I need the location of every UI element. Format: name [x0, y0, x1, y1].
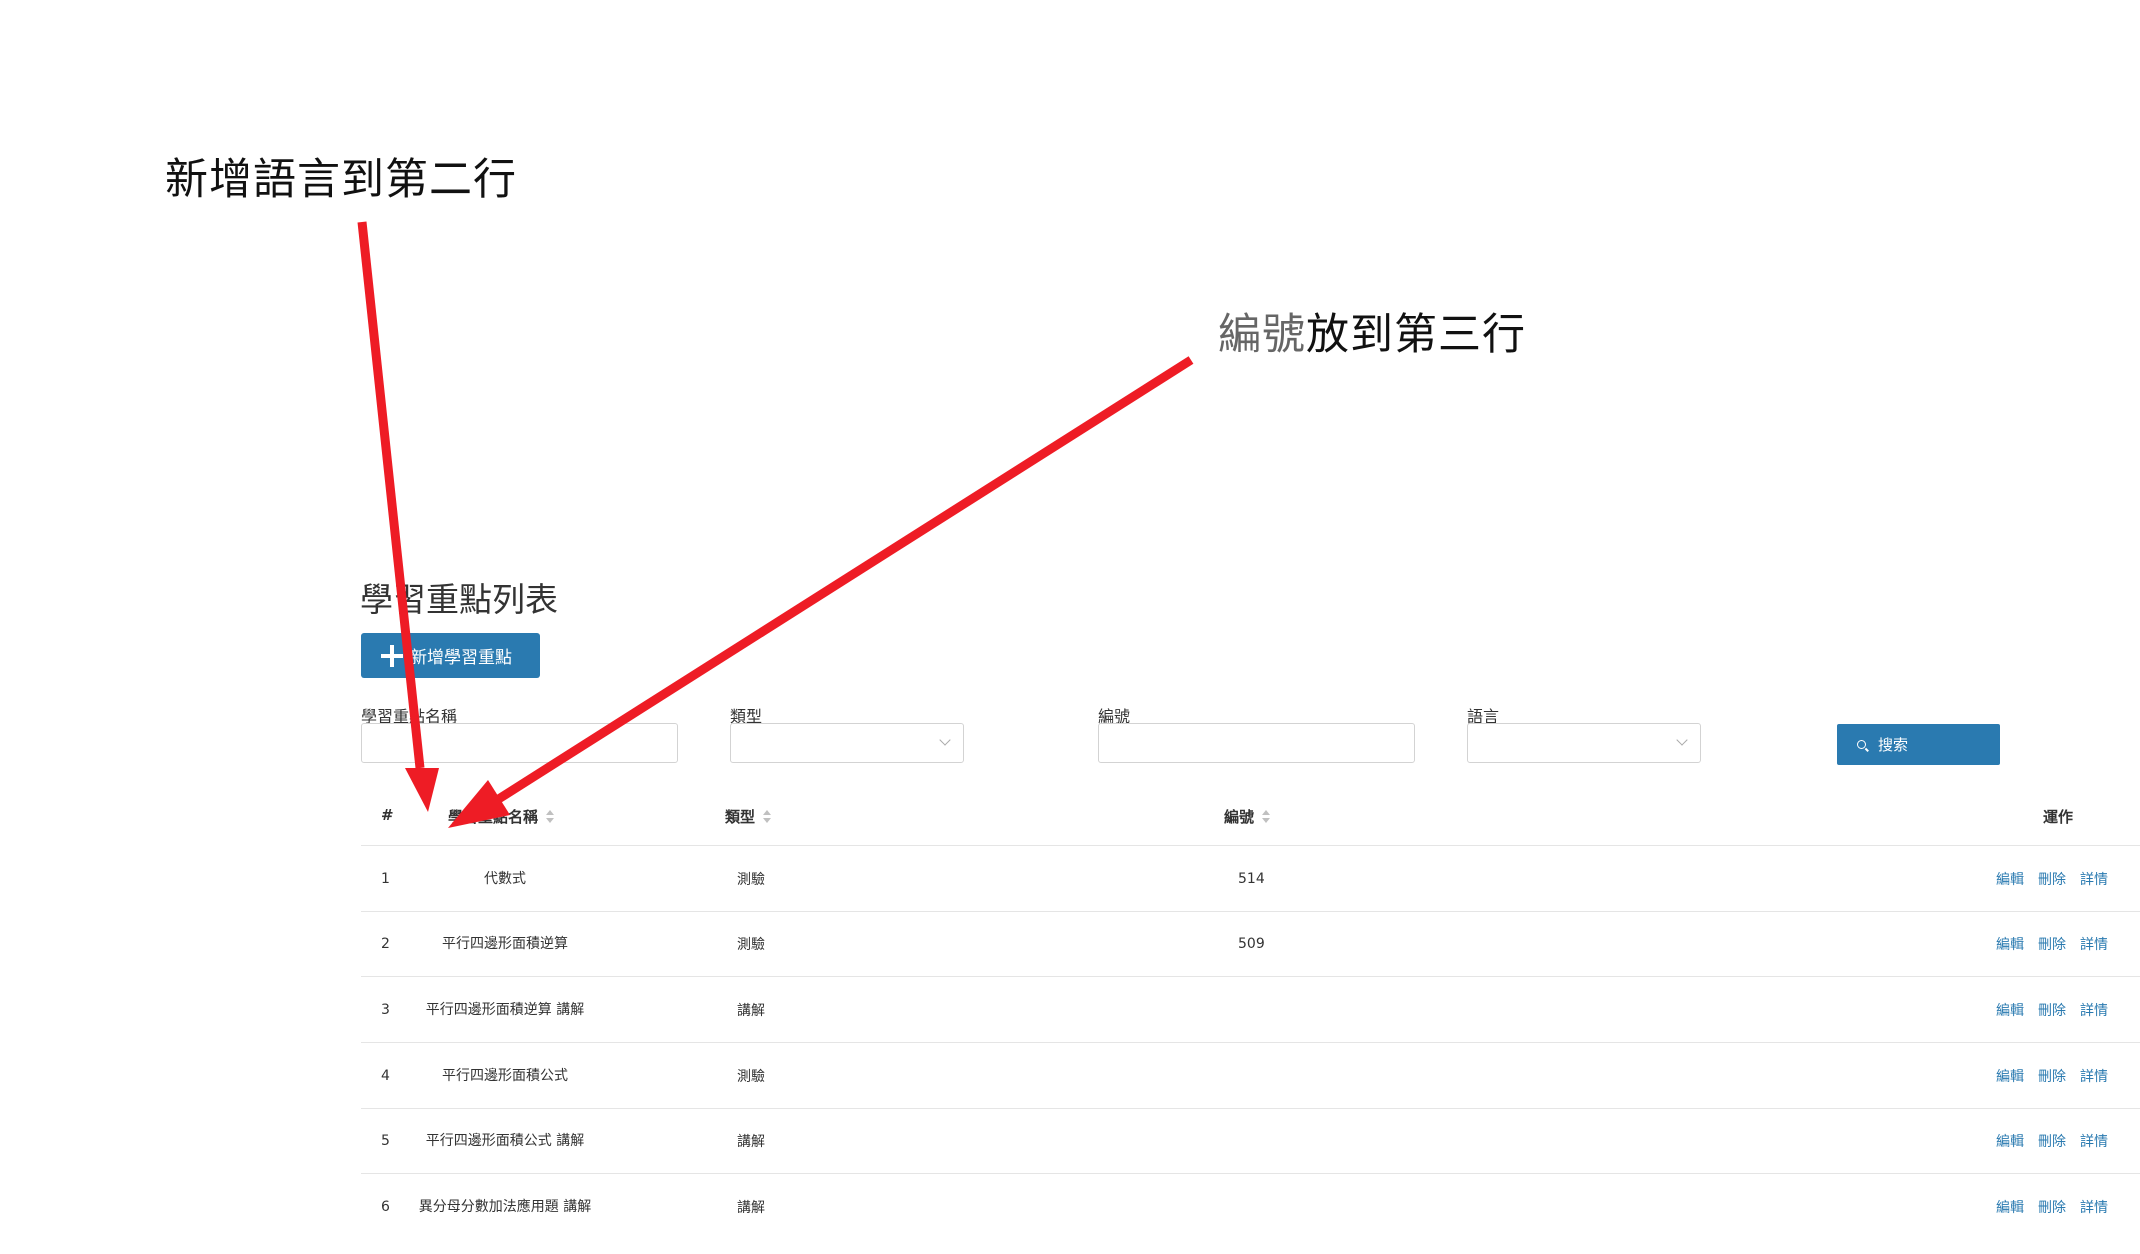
- row-actions: 編輯 刪除 詳情: [1996, 977, 2140, 1042]
- row-code: 509: [1238, 935, 1265, 952]
- table-row: 1 代數式 測驗 514 編輯 刪除 詳情: [0, 846, 2140, 912]
- column-header-code-label: 編號: [1224, 808, 1255, 826]
- column-header-code[interactable]: 編號: [1224, 806, 1271, 827]
- column-header-type-label: 類型: [725, 808, 756, 826]
- row-name: 異分母分數加法應用題 講解: [418, 1198, 592, 1215]
- row-type: 測驗: [737, 1068, 765, 1085]
- row-code: [1238, 1108, 1298, 1173]
- delete-link[interactable]: 刪除: [2038, 1000, 2066, 1020]
- filter-code-input[interactable]: [1098, 723, 1415, 763]
- row-type: 測驗: [737, 936, 765, 953]
- delete-link[interactable]: 刪除: [2038, 934, 2066, 954]
- add-learning-point-button[interactable]: 新增學習重點: [361, 633, 540, 678]
- delete-link[interactable]: 刪除: [2038, 1197, 2066, 1217]
- detail-link[interactable]: 詳情: [2080, 869, 2108, 889]
- row-index: 2: [381, 935, 390, 952]
- edit-link[interactable]: 編輯: [1996, 1197, 2024, 1217]
- detail-link[interactable]: 詳情: [2080, 1197, 2108, 1217]
- column-header-name-label: 學習重點名稱: [448, 808, 539, 826]
- annotation-move-code-note: 編號放到第三行: [1218, 300, 1526, 362]
- annotation-add-language-note: 新增語言到第二行: [165, 155, 517, 205]
- row-name: 平行四邊形面積公式: [442, 1067, 568, 1084]
- row-name: 代數式: [484, 870, 526, 887]
- edit-link[interactable]: 編輯: [1996, 869, 2024, 889]
- column-header-index: #: [381, 806, 394, 824]
- row-code: [1238, 1043, 1298, 1108]
- add-button-label: 新增學習重點: [410, 648, 512, 668]
- annotation-code-word: 編號: [1218, 310, 1306, 360]
- row-code: [1238, 1174, 1298, 1239]
- row-type: 測驗: [737, 871, 765, 888]
- edit-link[interactable]: 編輯: [1996, 1000, 2024, 1020]
- row-actions: 編輯 刪除 詳情: [1996, 1043, 2140, 1108]
- row-index: 1: [381, 870, 390, 887]
- sort-icon: [763, 810, 772, 823]
- annotation-move-phrase: 放到第三行: [1306, 310, 1526, 360]
- row-type: 講解: [737, 1002, 765, 1019]
- row-name: 平行四邊形面積公式 講解: [425, 1132, 585, 1149]
- column-header-name[interactable]: 學習重點名稱: [448, 806, 555, 827]
- row-index: 4: [381, 1067, 390, 1084]
- annotation-arrow-1-shaft: [357, 221, 425, 769]
- delete-link[interactable]: 刪除: [2038, 1066, 2066, 1086]
- plus-icon: [381, 644, 403, 667]
- row-index: 3: [381, 1001, 390, 1018]
- row-index: 5: [381, 1132, 390, 1149]
- chevron-down-icon: [1676, 734, 1688, 746]
- row-code: [1238, 977, 1298, 1042]
- sort-icon: [1262, 810, 1271, 823]
- filter-type-select[interactable]: [730, 723, 964, 763]
- table-row: 3 平行四邊形面積逆算 講解 講解 編輯 刪除 詳情: [0, 977, 2140, 1043]
- edit-link[interactable]: 編輯: [1996, 934, 2024, 954]
- table-row: 2 平行四邊形面積逆算 測驗 509 編輯 刪除 詳情: [0, 911, 2140, 977]
- edit-link[interactable]: 編輯: [1996, 1066, 2024, 1086]
- search-icon: [1857, 740, 1866, 749]
- column-header-type[interactable]: 類型: [725, 806, 772, 827]
- sort-icon: [546, 810, 555, 823]
- detail-link[interactable]: 詳情: [2080, 934, 2108, 954]
- search-button-label: 搜索: [1878, 736, 1909, 754]
- table-row: 6 異分母分數加法應用題 講解 講解 編輯 刪除 詳情: [0, 1174, 2140, 1239]
- delete-link[interactable]: 刪除: [2038, 1131, 2066, 1151]
- row-actions: 編輯 刪除 詳情: [1996, 1174, 2140, 1239]
- filter-name-input[interactable]: [361, 723, 678, 763]
- annotation-arrow-1-head: [405, 768, 439, 812]
- row-actions: 編輯 刪除 詳情: [1996, 1108, 2140, 1173]
- search-button[interactable]: 搜索: [1837, 724, 2000, 765]
- detail-link[interactable]: 詳情: [2080, 1000, 2108, 1020]
- delete-link[interactable]: 刪除: [2038, 869, 2066, 889]
- detail-link[interactable]: 詳情: [2080, 1066, 2108, 1086]
- row-index: 6: [381, 1198, 390, 1215]
- row-type: 講解: [737, 1133, 765, 1150]
- row-type: 講解: [737, 1199, 765, 1216]
- row-actions: 編輯 刪除 詳情: [1996, 911, 2140, 976]
- chevron-down-icon: [939, 734, 951, 746]
- edit-link[interactable]: 編輯: [1996, 1131, 2024, 1151]
- row-name: 平行四邊形面積逆算 講解: [425, 1001, 585, 1018]
- filter-language-select[interactable]: [1467, 723, 1701, 763]
- row-actions: 編輯 刪除 詳情: [1996, 846, 2140, 911]
- column-header-operations: 運作: [2043, 808, 2074, 826]
- page-title: 學習重點列表: [360, 580, 558, 619]
- detail-link[interactable]: 詳情: [2080, 1131, 2108, 1151]
- table-row: 4 平行四邊形面積公式 測驗 編輯 刪除 詳情: [0, 1043, 2140, 1109]
- row-code: 514: [1238, 870, 1265, 887]
- row-name: 平行四邊形面積逆算: [442, 935, 568, 952]
- table-row: 5 平行四邊形面積公式 講解 講解 編輯 刪除 詳情: [0, 1108, 2140, 1174]
